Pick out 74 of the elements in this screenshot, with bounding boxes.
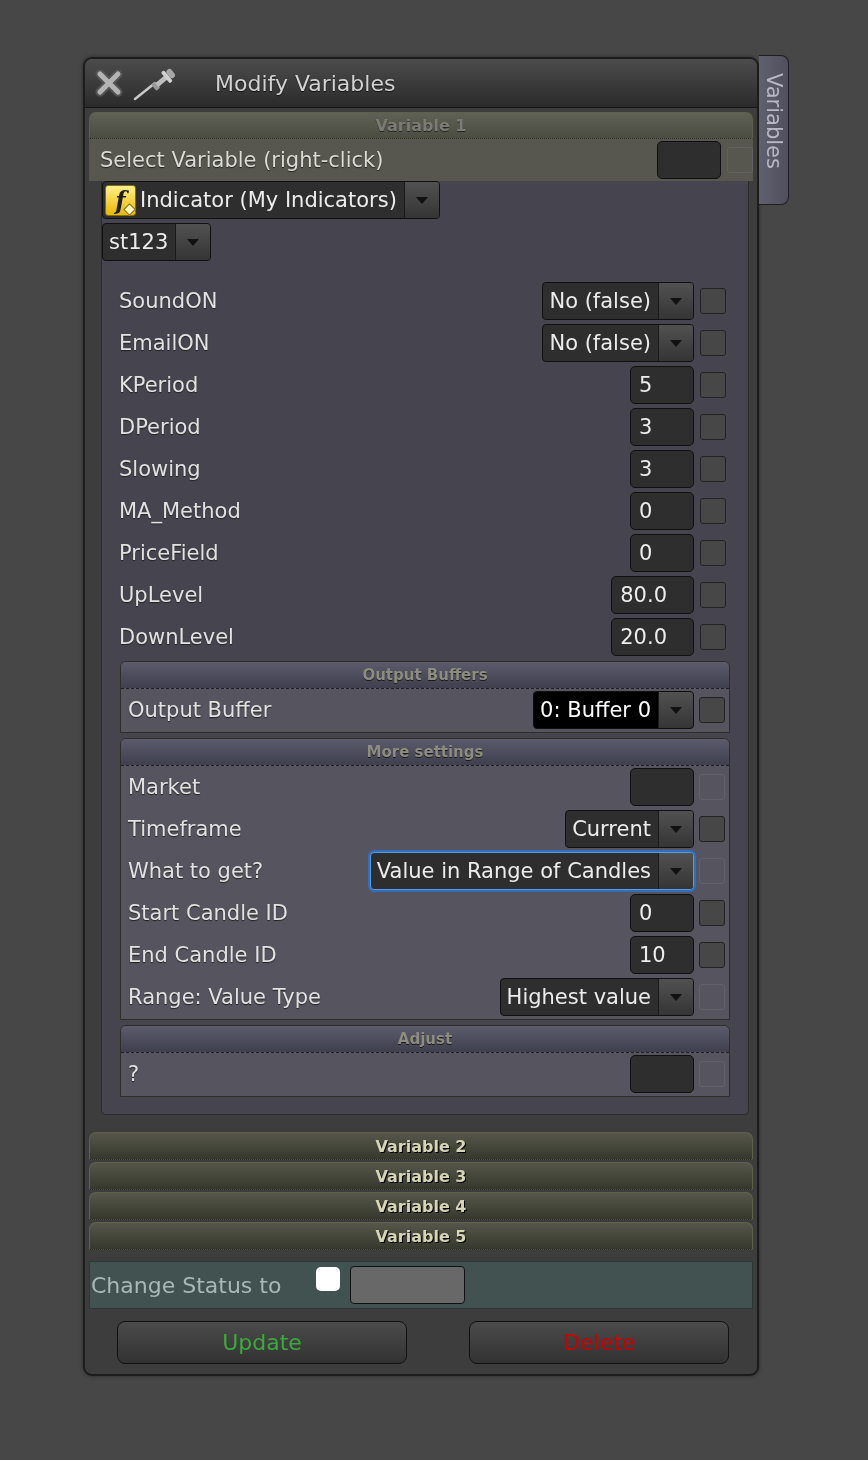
section-header: Adjust: [121, 1026, 729, 1053]
field-label: Output Buffer: [128, 698, 273, 722]
checkbox[interactable]: [700, 414, 726, 440]
field-label: Slowing: [119, 457, 202, 481]
dropdown[interactable]: No (false): [542, 282, 694, 320]
dropdown[interactable]: st123: [102, 223, 212, 261]
dropdown[interactable]: f Indicator (My Indicators): [102, 181, 440, 219]
caret-icon: [658, 979, 693, 1015]
field-label: SoundON: [119, 289, 219, 313]
field-label: Start Candle ID: [128, 901, 289, 925]
caret-icon: [658, 283, 693, 319]
input-field[interactable]: [630, 1055, 694, 1093]
caret-icon: [658, 853, 693, 889]
input-field[interactable]: 0: [630, 534, 694, 572]
field-label: Timeframe: [128, 817, 243, 841]
checkbox[interactable]: [699, 816, 725, 842]
close-icon[interactable]: [95, 69, 123, 97]
checkbox[interactable]: [699, 697, 725, 723]
variable-header[interactable]: Variable 4: [89, 1192, 753, 1220]
field-label: PriceField: [119, 541, 220, 565]
dropdown[interactable]: Current: [565, 810, 694, 848]
dropdown[interactable]: No (false): [542, 324, 694, 362]
field-label: ?: [128, 1062, 141, 1086]
field-label: DPeriod: [119, 415, 202, 439]
checkbox[interactable]: [700, 540, 726, 566]
input-field[interactable]: [350, 1266, 465, 1304]
side-tab[interactable]: Variables: [759, 55, 789, 205]
input-field[interactable]: 5: [630, 366, 694, 404]
input-field[interactable]: 0: [630, 492, 694, 530]
checkbox[interactable]: [699, 942, 725, 968]
caret-icon: [403, 182, 439, 218]
checkbox[interactable]: [699, 900, 725, 926]
variable-header[interactable]: Variable 5: [89, 1222, 753, 1250]
caret-icon: [175, 224, 211, 260]
input-field[interactable]: 80.0: [611, 576, 694, 614]
variable-header[interactable]: Variable 2: [89, 1132, 753, 1160]
section-header: Output Buffers: [121, 662, 729, 689]
field-label: End Candle ID: [128, 943, 278, 967]
checkbox[interactable]: [700, 330, 726, 356]
dropdown[interactable]: 0: Buffer 0: [533, 691, 694, 729]
field-label: Range: Value Type: [128, 985, 322, 1009]
input-field[interactable]: 3: [630, 408, 694, 446]
function-icon: f: [105, 184, 136, 216]
status-label: Change Status to: [91, 1272, 283, 1298]
checkbox[interactable]: [700, 288, 726, 314]
caret-icon: [658, 692, 693, 728]
checkbox[interactable]: [316, 1267, 340, 1291]
section-header: More settings: [121, 739, 729, 766]
input-field[interactable]: 10: [630, 936, 694, 974]
input-field[interactable]: 3: [630, 450, 694, 488]
dropdown[interactable]: Highest value: [499, 978, 694, 1016]
checkbox[interactable]: [700, 624, 726, 650]
input-field[interactable]: [630, 768, 694, 806]
input-field[interactable]: 20.0: [611, 618, 694, 656]
dropdown[interactable]: Value in Range of Candles: [369, 852, 694, 890]
input-field[interactable]: 0: [630, 894, 694, 932]
field-label: MA_Method: [119, 499, 242, 523]
field-label: Market: [128, 775, 202, 799]
field-label: What to get?: [128, 859, 265, 883]
field-label: KPeriod: [119, 373, 200, 397]
input-field[interactable]: [657, 141, 721, 179]
field-label: EmailON: [119, 331, 211, 355]
checkbox[interactable]: [700, 498, 726, 524]
update-button[interactable]: Update: [117, 1321, 407, 1364]
checkbox[interactable]: [700, 456, 726, 482]
checkbox[interactable]: [700, 582, 726, 608]
window-title: Modify Variables: [215, 70, 396, 96]
caret-icon: [658, 811, 693, 847]
caret-icon: [658, 325, 693, 361]
checkbox[interactable]: [700, 372, 726, 398]
field-label: DownLevel: [119, 625, 235, 649]
field-label: UpLevel: [119, 583, 205, 607]
variable-header[interactable]: Variable 3: [89, 1162, 753, 1190]
field-label: Select Variable (right-click): [100, 148, 385, 172]
